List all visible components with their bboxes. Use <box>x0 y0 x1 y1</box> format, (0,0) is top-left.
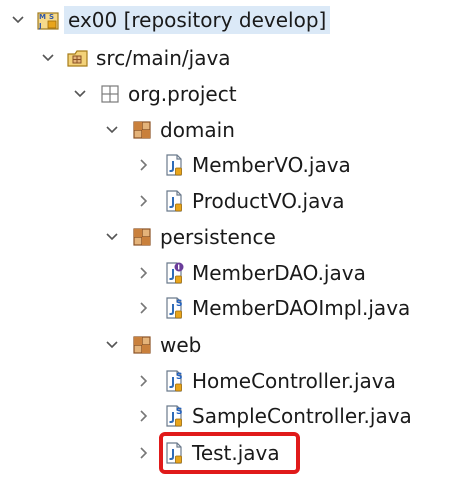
chevron-down-icon[interactable] <box>104 337 120 353</box>
package-icon <box>130 225 154 249</box>
package-label[interactable]: web <box>160 331 201 359</box>
svg-text:S: S <box>176 372 182 382</box>
file-label[interactable]: HomeController.java <box>192 367 396 395</box>
tree-item-project-root[interactable]: M S J ex00 [repository develop] <box>0 4 462 36</box>
chevron-right-icon[interactable] <box>136 408 152 424</box>
package-icon <box>130 333 154 357</box>
svg-text:J: J <box>38 22 42 30</box>
tree-item-file-membervo[interactable]: MemberVO.java <box>0 149 462 181</box>
java-spring-bean-file-icon: S <box>162 369 186 393</box>
svg-text:M: M <box>39 13 46 21</box>
chevron-down-icon[interactable] <box>104 229 120 245</box>
package-icon <box>130 118 154 142</box>
tree-item-file-productvo[interactable]: ProductVO.java <box>0 185 462 217</box>
source-folder-icon <box>66 46 90 70</box>
file-label[interactable]: ProductVO.java <box>192 187 344 215</box>
chevron-down-icon[interactable] <box>10 12 26 28</box>
java-interface-file-icon: I <box>162 261 186 285</box>
tree-item-root-package[interactable]: org.project <box>0 78 462 110</box>
file-label[interactable]: MemberVO.java <box>192 151 351 179</box>
chevron-right-icon[interactable] <box>136 265 152 281</box>
file-label[interactable]: SampleController.java <box>192 402 412 430</box>
java-file-icon <box>162 189 186 213</box>
file-label[interactable]: MemberDAOImpl.java <box>192 294 410 322</box>
tree-item-file-memberdaoimpl[interactable]: S MemberDAOImpl.java <box>0 292 462 324</box>
svg-text:S: S <box>49 13 54 21</box>
maven-project-icon: M S J <box>36 8 60 32</box>
tree-item-file-samplecontroller[interactable]: S SampleController.java <box>0 400 462 432</box>
tree-item-source-folder[interactable]: src/main/java <box>0 42 462 74</box>
highlight-box <box>159 432 300 474</box>
package-label[interactable]: domain <box>160 116 235 144</box>
tree-item-file-homecontroller[interactable]: S HomeController.java <box>0 365 462 397</box>
package-icon <box>98 82 122 106</box>
source-folder-label[interactable]: src/main/java <box>96 44 231 72</box>
svg-text:S: S <box>176 407 182 417</box>
chevron-down-icon[interactable] <box>72 86 88 102</box>
svg-text:I: I <box>177 264 180 272</box>
java-spring-bean-file-icon: S <box>162 296 186 320</box>
tree-item-package-web[interactable]: web <box>0 329 462 361</box>
root-package-label[interactable]: org.project <box>128 80 237 108</box>
tree-item-package-domain[interactable]: domain <box>0 114 462 146</box>
chevron-right-icon[interactable] <box>136 300 152 316</box>
chevron-right-icon[interactable] <box>136 157 152 173</box>
project-label[interactable]: ex00 [repository develop] <box>64 6 331 34</box>
svg-text:S: S <box>176 299 182 309</box>
java-file-icon <box>162 153 186 177</box>
package-explorer-tree: M S J ex00 [repository develop] src/main… <box>0 0 462 478</box>
file-label[interactable]: MemberDAO.java <box>192 259 366 287</box>
chevron-right-icon[interactable] <box>136 193 152 209</box>
chevron-right-icon[interactable] <box>136 445 152 461</box>
chevron-right-icon[interactable] <box>136 373 152 389</box>
tree-item-file-memberdao[interactable]: I MemberDAO.java <box>0 257 462 289</box>
package-label[interactable]: persistence <box>160 223 276 251</box>
chevron-down-icon[interactable] <box>40 50 56 66</box>
chevron-down-icon[interactable] <box>104 122 120 138</box>
tree-item-package-persistence[interactable]: persistence <box>0 221 462 253</box>
java-spring-bean-file-icon: S <box>162 404 186 428</box>
